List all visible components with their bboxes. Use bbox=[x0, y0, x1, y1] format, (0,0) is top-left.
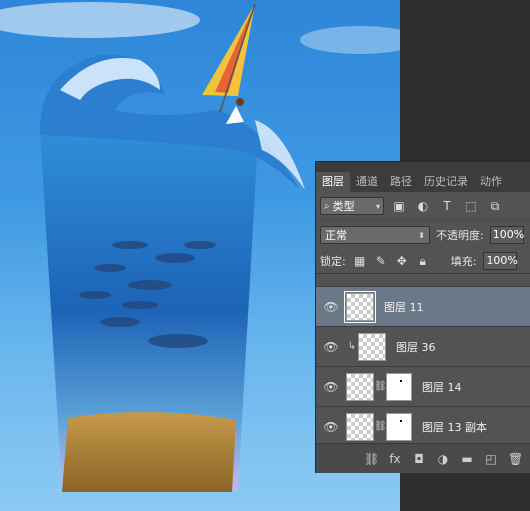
tab-layers[interactable]: 图层 bbox=[316, 172, 350, 192]
fill-label: 填充: bbox=[450, 255, 477, 268]
layer-name[interactable]: 图层 36 bbox=[396, 339, 436, 355]
tab-history[interactable]: 历史记录 bbox=[418, 172, 474, 192]
layer-thumbnail bbox=[346, 372, 374, 401]
chain-link-icon[interactable]: ⛓︎ bbox=[374, 381, 387, 392]
layer-row[interactable]: 👁︎ ⛓︎ 图层 14 bbox=[316, 367, 530, 407]
layer-name[interactable]: 图层 14 bbox=[422, 379, 462, 395]
smart-object-filter-icon[interactable]: ⧉ bbox=[486, 198, 504, 214]
chevron-down-icon: ▾ bbox=[375, 201, 380, 211]
layer-row[interactable]: 👁︎ 图层 11 bbox=[316, 287, 530, 327]
panel-footer: ⛓︎ fx ◘ ◑ ▬ ◰ 🗑︎ bbox=[316, 443, 530, 473]
layer-mask-thumbnail[interactable] bbox=[386, 412, 412, 441]
lock-all-icon[interactable]: 🔒︎ bbox=[416, 254, 430, 269]
chevron-updown-icon: ⬍ bbox=[418, 230, 425, 240]
lock-image-icon[interactable]: ✎ bbox=[374, 254, 388, 268]
blend-row: 正常 ⬍ 不透明度: 100% bbox=[316, 221, 530, 249]
layer-thumbnail bbox=[358, 332, 386, 361]
blend-mode-select[interactable]: 正常 ⬍ bbox=[320, 226, 430, 244]
layer-list[interactable]: 👁︎ 图层 11 👁︎ ↳ 图层 36 👁︎ ⛓︎ 图层 14 👁︎ ⛓︎ 图层… bbox=[316, 274, 530, 445]
lock-row: 锁定: ▦ ✎ ✥ 🔒︎ 填充: 100% bbox=[316, 249, 530, 274]
opacity-label: 不透明度: bbox=[436, 229, 484, 242]
layer-thumbnail bbox=[346, 412, 374, 441]
visibility-eye-icon[interactable]: 👁︎ bbox=[316, 380, 346, 394]
tab-channels[interactable]: 通道 bbox=[350, 172, 384, 192]
visibility-eye-icon[interactable]: 👁︎ bbox=[316, 420, 346, 434]
layers-panel: 图层 通道 路径 历史记录 动作 ⌕ 类型 ▾ ▣ ◐ T ⬚ ⧉ 正常 ⬍ 不… bbox=[315, 161, 530, 473]
opacity-field[interactable]: 100% bbox=[489, 226, 524, 244]
chain-link-icon[interactable]: ⛓︎ bbox=[374, 421, 387, 432]
filter-kind-value: 类型 bbox=[332, 200, 355, 213]
layer-name[interactable]: 图层 11 bbox=[384, 299, 424, 315]
visibility-eye-icon[interactable]: 👁︎ bbox=[316, 340, 346, 354]
blend-mode-value: 正常 bbox=[325, 229, 347, 242]
layer-row[interactable]: 👁︎ ↳ 图层 36 bbox=[316, 327, 530, 367]
type-filter-icon[interactable]: T bbox=[438, 198, 456, 214]
new-group-icon[interactable]: ▬ bbox=[460, 452, 474, 466]
adjustment-filter-icon[interactable]: ◐ bbox=[414, 198, 432, 214]
adjustment-layer-icon[interactable]: ◑ bbox=[436, 452, 450, 466]
shape-filter-icon[interactable]: ⬚ bbox=[462, 198, 480, 214]
new-layer-icon[interactable]: ◰ bbox=[484, 452, 498, 466]
lock-transparent-icon[interactable]: ▦ bbox=[353, 254, 367, 268]
delete-layer-icon[interactable]: 🗑︎ bbox=[508, 452, 523, 466]
filter-kind-select[interactable]: ⌕ 类型 ▾ bbox=[320, 197, 384, 215]
add-mask-icon[interactable]: ◘ bbox=[412, 452, 426, 466]
fx-icon[interactable]: fx bbox=[388, 452, 402, 466]
lock-label: 锁定: bbox=[320, 255, 346, 268]
tab-paths[interactable]: 路径 bbox=[384, 172, 418, 192]
layer-mask-thumbnail[interactable] bbox=[386, 372, 412, 401]
panel-tabs: 图层 通道 路径 历史记录 动作 bbox=[316, 162, 530, 192]
tab-actions[interactable]: 动作 bbox=[474, 172, 508, 192]
search-icon: ⌕ bbox=[324, 200, 330, 212]
link-layers-icon[interactable]: ⛓︎ bbox=[364, 452, 379, 466]
clipping-arrow-icon: ↳ bbox=[347, 341, 357, 352]
layer-row-partial[interactable] bbox=[316, 274, 530, 287]
image-filter-icon[interactable]: ▣ bbox=[390, 198, 408, 214]
visibility-eye-icon[interactable]: 👁︎ bbox=[316, 300, 346, 314]
layer-name[interactable]: 图层 13 副本 bbox=[422, 419, 487, 435]
layer-row[interactable]: 👁︎ ⛓︎ 图层 13 副本 bbox=[316, 407, 530, 445]
filter-row: ⌕ 类型 ▾ ▣ ◐ T ⬚ ⧉ bbox=[316, 192, 530, 221]
fill-field[interactable]: 100% bbox=[483, 252, 518, 270]
lock-position-icon[interactable]: ✥ bbox=[395, 254, 409, 268]
layer-thumbnail bbox=[344, 290, 376, 323]
